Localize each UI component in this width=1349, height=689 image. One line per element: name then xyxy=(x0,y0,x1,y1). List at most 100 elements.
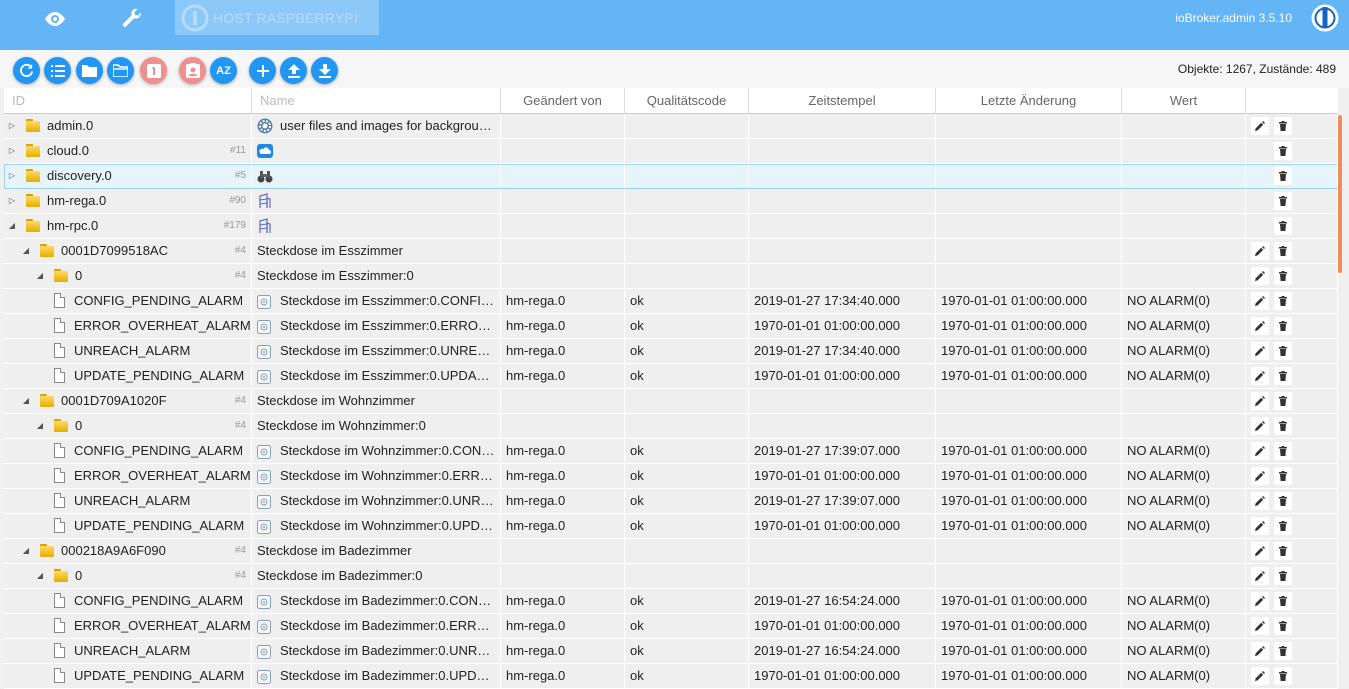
add-object-button[interactable] xyxy=(249,57,276,84)
expand-toggle-icon[interactable]: ▷ xyxy=(7,189,17,213)
column-header-quality[interactable]: Qualitätscode xyxy=(625,88,749,113)
id-cell[interactable]: CONFIG_PENDING_ALARM xyxy=(4,589,252,613)
host-selector[interactable]: HOST RASPBERRYPI xyxy=(175,0,379,35)
delete-button[interactable] xyxy=(1274,492,1292,510)
delete-button[interactable] xyxy=(1274,442,1292,460)
collapse-toggle-icon[interactable]: ◢ xyxy=(7,214,17,238)
table-row[interactable]: ◢ 0001D709A1020F #4 Steckdose im Wohnzimmer xyxy=(4,389,1338,414)
table-row[interactable]: ▷ cloud.0 #11 xyxy=(4,139,1338,164)
collapse-toggle-icon[interactable]: ◢ xyxy=(21,389,31,413)
id-cell[interactable]: ERROR_OVERHEAT_ALARM xyxy=(4,464,252,488)
actions-cell[interactable] xyxy=(1246,289,1338,313)
actions-cell[interactable] xyxy=(1246,589,1338,613)
table-row[interactable]: CONFIG_PENDING_ALARM Steckdose im Wohnzim… xyxy=(4,439,1338,464)
collapse-toggle-icon[interactable]: ◢ xyxy=(35,264,45,288)
actions-cell[interactable] xyxy=(1246,539,1338,563)
upload-button[interactable] xyxy=(280,57,307,84)
delete-button[interactable] xyxy=(1274,292,1292,310)
delete-button[interactable] xyxy=(1274,317,1292,335)
id-cell[interactable]: ERROR_OVERHEAT_ALARM xyxy=(4,614,252,638)
table-row[interactable]: UPDATE_PENDING_ALARM Steckdose im Badezim… xyxy=(4,664,1338,689)
id-cell[interactable]: UPDATE_PENDING_ALARM xyxy=(4,514,252,538)
collapse-folders-button[interactable] xyxy=(76,57,103,84)
id-cell[interactable]: ◢ 0 #4 xyxy=(4,414,252,438)
collapse-toggle-icon[interactable]: ◢ xyxy=(21,239,31,263)
edit-button[interactable] xyxy=(1251,117,1269,135)
delete-button[interactable] xyxy=(1274,167,1292,185)
table-row[interactable]: ERROR_OVERHEAT_ALARM Steckdose im Wohnzim… xyxy=(4,464,1338,489)
table-row[interactable]: ◢ 0001D7099518AC #4 Steckdose im Esszimmer xyxy=(4,239,1338,264)
edit-button[interactable] xyxy=(1251,517,1269,535)
actions-cell[interactable] xyxy=(1246,114,1338,138)
sort-az-button[interactable]: AZ xyxy=(210,57,237,84)
edit-button[interactable] xyxy=(1251,292,1269,310)
id-filter-input[interactable]: ID xyxy=(4,88,252,113)
actions-cell[interactable] xyxy=(1246,364,1338,388)
table-row[interactable]: UNREACH_ALARM Steckdose im Badezimmer:0.U… xyxy=(4,639,1338,664)
id-cell[interactable]: ◢ 0 #4 xyxy=(4,564,252,588)
toggle-states-button[interactable] xyxy=(140,57,167,84)
actions-cell[interactable] xyxy=(1246,439,1338,463)
delete-button[interactable] xyxy=(1274,417,1292,435)
eye-icon[interactable] xyxy=(39,5,71,33)
wrench-icon[interactable] xyxy=(116,5,148,33)
iobroker-logo-icon[interactable] xyxy=(1309,2,1341,37)
actions-cell[interactable] xyxy=(1246,214,1338,238)
table-row[interactable]: ▷ hm-rega.0 #90 xyxy=(4,189,1338,214)
refresh-button[interactable] xyxy=(13,57,40,84)
collapse-toggle-icon[interactable]: ◢ xyxy=(35,414,45,438)
delete-button[interactable] xyxy=(1274,517,1292,535)
table-row[interactable]: CONFIG_PENDING_ALARM Steckdose im Badezim… xyxy=(4,589,1338,614)
edit-button[interactable] xyxy=(1251,367,1269,385)
expand-toggle-icon[interactable]: ▷ xyxy=(7,114,17,138)
table-row[interactable]: UNREACH_ALARM Steckdose im Esszimmer:0.UN… xyxy=(4,339,1338,364)
table-row[interactable]: ◢ 0 #4 Steckdose im Esszimmer:0 xyxy=(4,264,1338,289)
edit-button[interactable] xyxy=(1251,267,1269,285)
id-cell[interactable]: UPDATE_PENDING_ALARM xyxy=(4,364,252,388)
list-view-button[interactable] xyxy=(44,57,71,84)
name-filter-input[interactable]: Name xyxy=(252,88,501,113)
column-header-last-change[interactable]: Letzte Änderung xyxy=(936,88,1122,113)
edit-button[interactable] xyxy=(1251,392,1269,410)
delete-button[interactable] xyxy=(1274,392,1292,410)
actions-cell[interactable] xyxy=(1246,639,1338,663)
actions-cell[interactable] xyxy=(1246,664,1338,688)
delete-button[interactable] xyxy=(1274,367,1292,385)
column-header-changed-by[interactable]: Geändert von xyxy=(501,88,625,113)
actions-cell[interactable] xyxy=(1246,139,1338,163)
collapse-toggle-icon[interactable]: ◢ xyxy=(21,539,31,563)
actions-cell[interactable] xyxy=(1246,564,1338,588)
edit-button[interactable] xyxy=(1251,642,1269,660)
id-cell[interactable]: ◢ 0001D709A1020F #4 xyxy=(4,389,252,413)
actions-cell[interactable] xyxy=(1246,239,1338,263)
table-row[interactable]: UPDATE_PENDING_ALARM Steckdose im Esszimm… xyxy=(4,364,1338,389)
table-row[interactable]: ◢ 0 #4 Steckdose im Badezimmer:0 xyxy=(4,564,1338,589)
actions-cell[interactable] xyxy=(1246,339,1338,363)
actions-cell[interactable] xyxy=(1246,314,1338,338)
id-cell[interactable]: ▷ discovery.0 #5 xyxy=(4,164,252,188)
id-cell[interactable]: UNREACH_ALARM xyxy=(4,639,252,663)
delete-button[interactable] xyxy=(1274,642,1292,660)
table-row[interactable]: UNREACH_ALARM Steckdose im Wohnzimmer:0.U… xyxy=(4,489,1338,514)
id-cell[interactable]: UNREACH_ALARM xyxy=(4,339,252,363)
edit-button[interactable] xyxy=(1251,317,1269,335)
edit-button[interactable] xyxy=(1251,442,1269,460)
table-row[interactable]: ◢ 000218A9A6F090 #4 Steckdose im Badezimmer xyxy=(4,539,1338,564)
id-cell[interactable]: ◢ 000218A9A6F090 #4 xyxy=(4,539,252,563)
edit-button[interactable] xyxy=(1251,542,1269,560)
delete-button[interactable] xyxy=(1274,142,1292,160)
table-row[interactable]: ERROR_OVERHEAT_ALARM Steckdose im Badezim… xyxy=(4,614,1338,639)
table-row[interactable]: ▷ discovery.0 #5 xyxy=(4,164,1338,189)
delete-button[interactable] xyxy=(1274,267,1292,285)
id-cell[interactable]: ◢ hm-rpc.0 #179 xyxy=(4,214,252,238)
delete-button[interactable] xyxy=(1274,342,1292,360)
actions-cell[interactable] xyxy=(1246,489,1338,513)
edit-button[interactable] xyxy=(1251,467,1269,485)
column-header-value[interactable]: Wert xyxy=(1122,88,1246,113)
delete-button[interactable] xyxy=(1274,617,1292,635)
delete-button[interactable] xyxy=(1274,217,1292,235)
id-cell[interactable]: UNREACH_ALARM xyxy=(4,489,252,513)
edit-button[interactable] xyxy=(1251,617,1269,635)
actions-cell[interactable] xyxy=(1246,264,1338,288)
expand-folders-button[interactable] xyxy=(107,57,134,84)
